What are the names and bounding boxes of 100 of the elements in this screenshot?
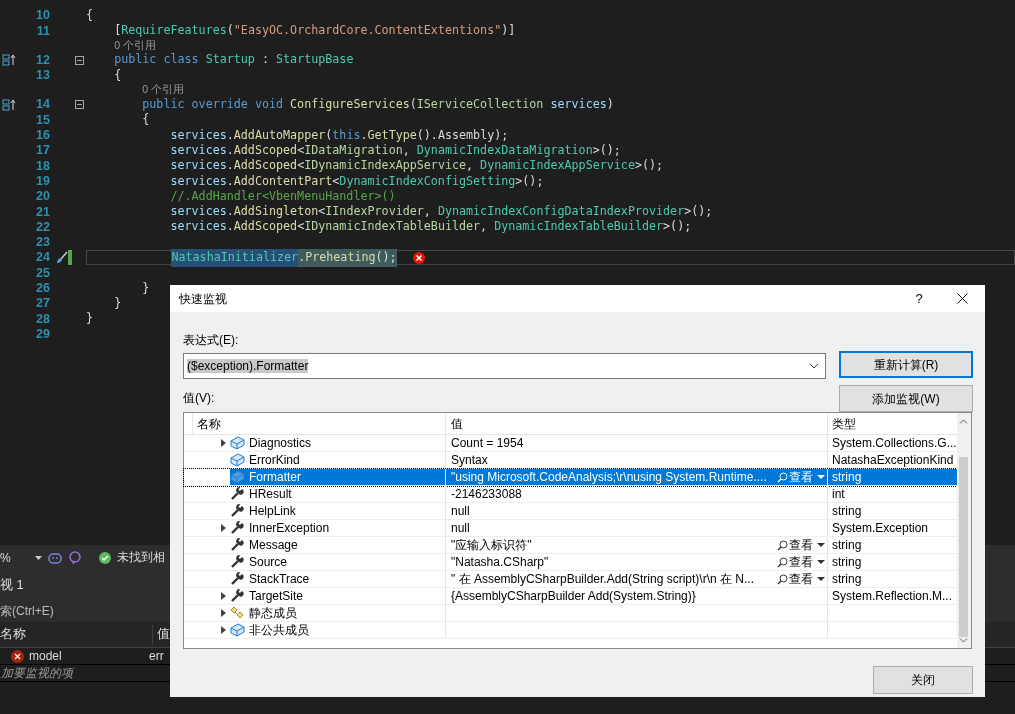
- code-token: <: [332, 172, 340, 190]
- caret-icon: [817, 576, 825, 582]
- watch-row[interactable]: Source "Natasha.CSharp" 查看 string: [184, 554, 957, 571]
- dialog-button[interactable]: 添加监视(W): [839, 385, 973, 412]
- view-button[interactable]: 查看: [777, 536, 825, 554]
- code-token: (: [325, 126, 333, 144]
- code-token: NatashaInitializer: [171, 249, 299, 267]
- scroll-thumb[interactable]: [959, 457, 969, 637]
- expand-arrow-icon[interactable]: [220, 524, 226, 532]
- watch-row[interactable]: Diagnostics Count = 1954 System.Collections.G...: [184, 435, 957, 452]
- code-token: AddAutoMapper: [233, 126, 326, 144]
- collapse-icon[interactable]: [74, 55, 84, 65]
- code-token: >();: [684, 203, 713, 220]
- wrench-icon: [230, 521, 245, 535]
- code-token: .Preheating: [298, 249, 376, 267]
- cube-icon: [230, 470, 245, 484]
- code-token: ,: [480, 218, 489, 236]
- code-token: }: [114, 294, 122, 312]
- code-token: StartupBase: [276, 51, 354, 69]
- property-type: string: [832, 571, 862, 588]
- property-value: -2146233088: [451, 486, 523, 503]
- code-token: >();: [634, 157, 664, 175]
- code-token: ,: [402, 142, 411, 159]
- line-number: 20: [35, 188, 50, 206]
- property-name: 静态成员: [249, 605, 297, 622]
- value-label: 值(V):: [183, 390, 216, 405]
- code-token: services: [170, 141, 227, 159]
- line-number: 19: [35, 172, 50, 190]
- code-token: {: [142, 111, 150, 129]
- change-bar: [68, 250, 72, 266]
- brush-icon[interactable]: [56, 251, 68, 265]
- code-token: <: [297, 142, 305, 159]
- expand-arrow-icon[interactable]: [220, 626, 226, 634]
- watch-row[interactable]: InnerException null System.Exception: [184, 520, 957, 537]
- watch-row[interactable]: TargetSite {AssemblyCSharpBuilder Add(System.String)} System.Reflection.M...: [184, 588, 957, 605]
- property-type: int: [832, 486, 845, 503]
- code-token: ,: [466, 157, 475, 175]
- check-icon: [98, 551, 111, 564]
- wrench-icon: [230, 504, 245, 518]
- code-token: IDynamicIndexTableBuilder: [304, 218, 481, 236]
- property-name: ErrorKind: [249, 452, 300, 469]
- column-header[interactable]: 值: [446, 413, 828, 434]
- wrench-icon: [230, 589, 245, 603]
- property-value: Count = 1954: [451, 435, 525, 452]
- code-token: public class: [114, 51, 200, 69]
- property-name: TargetSite: [249, 588, 304, 605]
- watch-row[interactable]: HelpLink null string: [184, 503, 957, 520]
- copilot-icon[interactable]: [47, 550, 62, 565]
- view-button[interactable]: 查看: [777, 468, 825, 486]
- code-token: <: [318, 203, 326, 220]
- dialog-button[interactable]: 重新计算(R): [839, 351, 973, 378]
- view-button[interactable]: 查看: [777, 553, 825, 571]
- code-token: this: [332, 126, 361, 144]
- property-name: Formatter: [249, 469, 301, 486]
- code-token: AddScoped: [233, 157, 298, 175]
- watch-row[interactable]: 非公共成员: [184, 622, 957, 639]
- code-token: :: [261, 51, 270, 69]
- expand-arrow-icon[interactable]: [220, 439, 226, 447]
- code-token: RequireFeatures: [121, 22, 227, 40]
- override-icon[interactable]: [2, 98, 16, 111]
- column-header[interactable]: 名称: [193, 413, 446, 434]
- code-token: (: [409, 96, 417, 114]
- expand-arrow-icon[interactable]: [220, 592, 226, 600]
- assistant-icon[interactable]: [67, 550, 82, 565]
- caret-icon[interactable]: [34, 555, 42, 560]
- code-token: services: [170, 172, 227, 190]
- code-token: >();: [663, 218, 692, 236]
- watch-row[interactable]: Formatter "using Microsoft.CodeAnalysis;\r\nusing System.Runtime.... 查看 string: [184, 469, 957, 486]
- search-icon: [777, 573, 788, 585]
- override-icon[interactable]: [2, 54, 16, 67]
- expression-field[interactable]: ($exception).Formatter: [183, 353, 826, 379]
- search-field[interactable]: 索(Ctrl+E): [0, 602, 54, 620]
- view-button[interactable]: 查看: [777, 570, 825, 588]
- caret-icon: [817, 474, 825, 480]
- code-token: GetType: [367, 126, 417, 144]
- code-token: AddContentPart: [233, 172, 333, 190]
- property-name: Diagnostics: [249, 435, 312, 452]
- property-value: {AssemblyCSharpBuilder Add(System.String)}: [451, 588, 697, 605]
- watch-row[interactable]: HResult -2146233088 int: [184, 486, 957, 503]
- expand-arrow-icon[interactable]: [220, 609, 226, 617]
- code-token: DynamicIndexAppService: [480, 157, 635, 175]
- watch-row[interactable]: StackTrace " 在 AssemblyCSharpBuilder.Add(String script)\r\n 在 N... 查看 string: [184, 571, 957, 588]
- reference-count[interactable]: 0 个引用: [142, 82, 185, 99]
- watch-row[interactable]: Message "应输入标识符" 查看 string: [184, 537, 957, 554]
- wrench-icon: [230, 572, 245, 586]
- line-number: 21: [35, 203, 50, 221]
- cube-icon: [230, 453, 245, 467]
- search-icon: [777, 539, 788, 551]
- column-header[interactable]: 名称: [0, 625, 152, 644]
- line-number: 26: [35, 280, 50, 298]
- collapse-icon[interactable]: [74, 100, 84, 110]
- scrollbar[interactable]: [956, 413, 971, 648]
- reference-count[interactable]: 0 个引用: [114, 37, 156, 54]
- column-header[interactable]: 类型: [828, 413, 957, 434]
- close-dialog-button[interactable]: 关闭: [873, 666, 973, 694]
- zoom-level[interactable]: %: [0, 548, 11, 567]
- watch-row[interactable]: 静态成员: [184, 605, 957, 622]
- help-button[interactable]: ?: [899, 285, 939, 312]
- add-watch-hint[interactable]: 加要监视的项: [1, 664, 73, 682]
- property-name: Source: [249, 554, 288, 571]
